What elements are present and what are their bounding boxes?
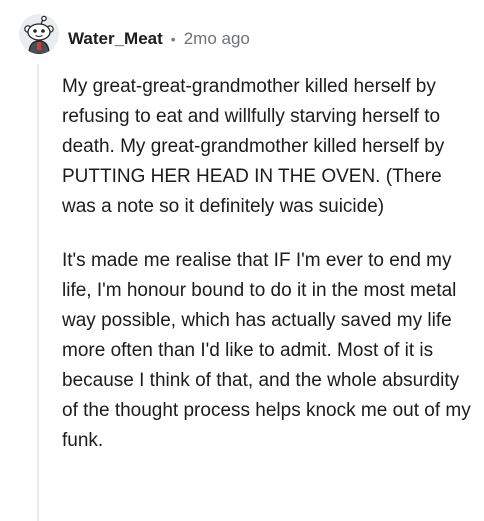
thread-line[interactable] bbox=[37, 64, 39, 521]
snoo-avatar-icon bbox=[24, 15, 54, 54]
separator-dot: • bbox=[170, 31, 176, 47]
comment-paragraph: My great-great-grandmother killed hersel… bbox=[62, 76, 445, 217]
username-link[interactable]: Water_Meat bbox=[68, 29, 163, 49]
comment-timestamp[interactable]: 2mo ago bbox=[184, 29, 250, 49]
comment-header: Water_Meat • 2mo ago bbox=[68, 27, 250, 51]
comment-body: My great-great-grandmother killed hersel… bbox=[62, 72, 474, 480]
user-avatar[interactable] bbox=[19, 14, 59, 54]
comment-paragraph: It's made me realise that IF I'm ever to… bbox=[62, 250, 471, 451]
